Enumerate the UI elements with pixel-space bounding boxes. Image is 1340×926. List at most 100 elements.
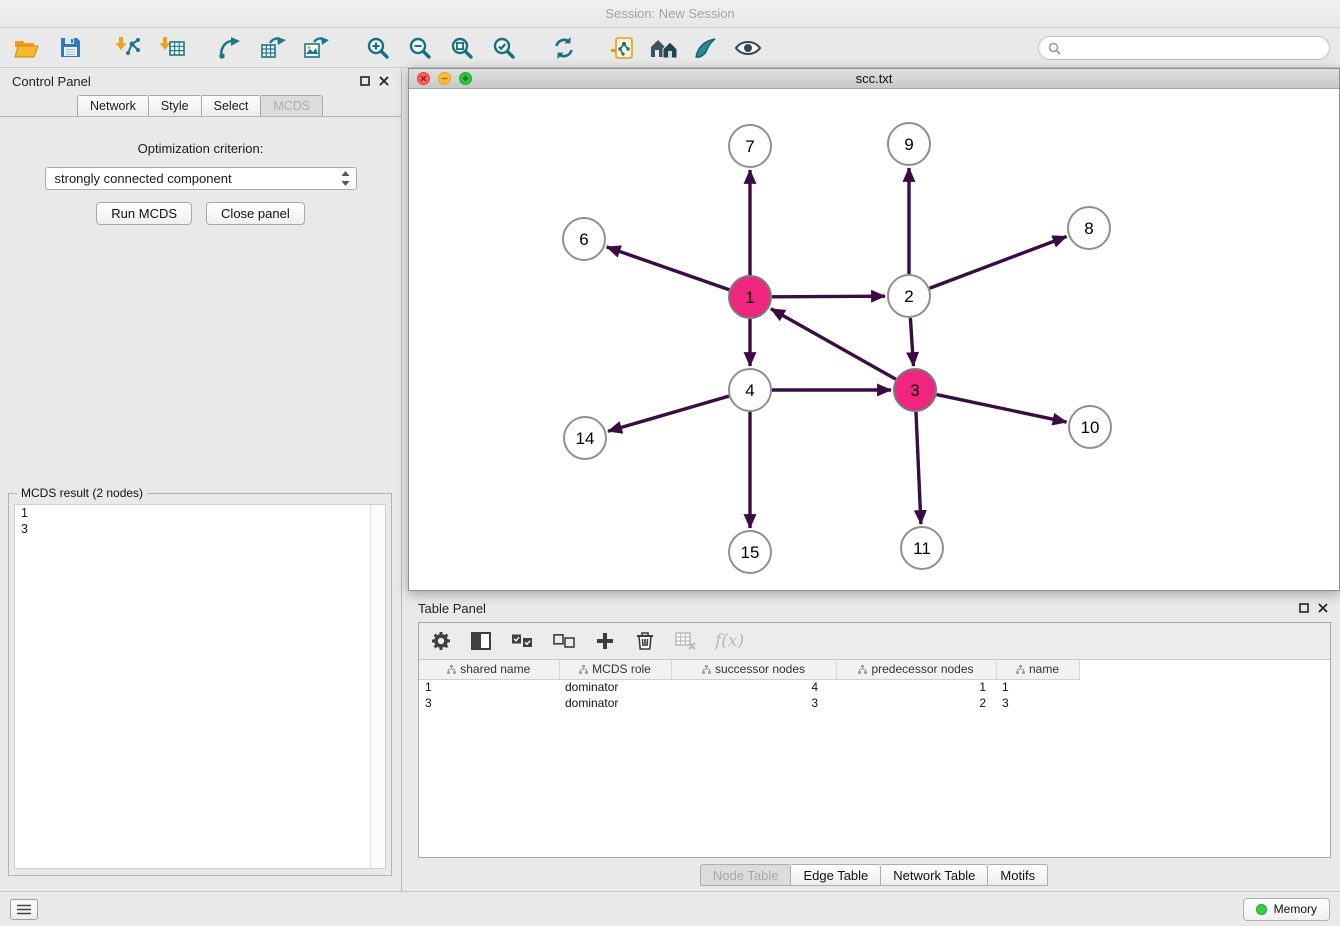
table-cell[interactable]: dominator bbox=[559, 695, 671, 711]
search-box[interactable] bbox=[1038, 36, 1330, 60]
graph-edge-1-2[interactable] bbox=[772, 296, 885, 297]
table-cell[interactable]: 3 bbox=[419, 695, 559, 711]
float-panel-icon[interactable] bbox=[360, 76, 370, 86]
import-table-icon[interactable] bbox=[156, 32, 188, 64]
network-window-titlebar[interactable]: scc.txt bbox=[409, 69, 1339, 89]
unselect-all-columns-icon[interactable] bbox=[551, 629, 577, 653]
graph-node-label: 4 bbox=[745, 381, 754, 400]
table-row[interactable]: 1dominator411 bbox=[419, 679, 1079, 695]
delete-table-icon bbox=[673, 629, 699, 653]
close-panel-icon[interactable] bbox=[379, 76, 389, 86]
tab-network-table[interactable]: Network Table bbox=[881, 864, 988, 886]
memory-status-icon bbox=[1256, 904, 1267, 915]
column-edit-icon[interactable] bbox=[579, 663, 588, 677]
mcds-result-list[interactable]: 1 3 bbox=[14, 504, 386, 869]
apply-layout-icon[interactable] bbox=[548, 32, 580, 64]
control-panel-header: Control Panel bbox=[0, 68, 401, 94]
tab-motifs[interactable]: Motifs bbox=[988, 864, 1048, 886]
tab-select[interactable]: Select bbox=[202, 95, 262, 116]
table-cell[interactable]: 1 bbox=[836, 679, 996, 695]
close-table-panel-icon[interactable] bbox=[1318, 603, 1328, 613]
style-brush-icon[interactable] bbox=[690, 32, 722, 64]
result-scrollbar[interactable] bbox=[370, 505, 385, 868]
close-panel-button[interactable]: Close panel bbox=[206, 202, 305, 225]
node-table-header-row: shared name MCDS role successor nodes prede… bbox=[419, 660, 1079, 679]
open-file-icon[interactable] bbox=[10, 32, 42, 64]
control-panel: Control Panel Network Style Select MCDS … bbox=[0, 68, 402, 891]
column-header-MCDS-role[interactable]: MCDS role bbox=[559, 660, 671, 679]
graph-edge-2-3[interactable] bbox=[910, 318, 913, 366]
column-header-predecessor-nodes[interactable]: predecessor nodes bbox=[836, 660, 996, 679]
graph-node-label: 10 bbox=[1081, 418, 1100, 437]
column-header-name[interactable]: name bbox=[996, 660, 1079, 679]
table-mode-gear-icon[interactable] bbox=[429, 629, 453, 653]
mcds-result-panel: MCDS result (2 nodes) 1 3 bbox=[8, 493, 392, 876]
home-icon[interactable] bbox=[648, 32, 680, 64]
tab-node-table[interactable]: Node Table bbox=[700, 864, 792, 886]
table-panel-header: Table Panel bbox=[408, 596, 1340, 620]
export-image-icon[interactable] bbox=[300, 32, 332, 64]
column-edit-icon[interactable] bbox=[858, 663, 867, 677]
zoom-selected-icon[interactable] bbox=[488, 32, 520, 64]
eye-icon[interactable] bbox=[732, 32, 764, 64]
graph-edge-3-1[interactable] bbox=[771, 309, 896, 379]
import-network-icon[interactable] bbox=[112, 32, 144, 64]
mcds-result-item[interactable]: 3 bbox=[15, 521, 385, 537]
column-header-shared-name[interactable]: shared name bbox=[419, 660, 559, 679]
graph-edge-3-10[interactable] bbox=[937, 395, 1067, 422]
table-cell[interactable]: 3 bbox=[671, 695, 836, 711]
table-row[interactable]: 3dominator323 bbox=[419, 695, 1079, 711]
search-input[interactable] bbox=[1067, 41, 1320, 55]
status-list-icon[interactable] bbox=[10, 899, 38, 920]
tab-edge-table[interactable]: Edge Table bbox=[791, 864, 881, 886]
table-cell[interactable]: 4 bbox=[671, 679, 836, 695]
search-icon bbox=[1048, 42, 1061, 55]
table-panel-title: Table Panel bbox=[418, 601, 486, 616]
memory-button[interactable]: Memory bbox=[1243, 898, 1330, 921]
table-cell[interactable]: 1 bbox=[996, 679, 1079, 695]
zoom-out-icon[interactable] bbox=[404, 32, 436, 64]
graph-node-label: 2 bbox=[904, 287, 913, 306]
select-all-columns-icon[interactable] bbox=[509, 629, 535, 653]
run-mcds-button[interactable]: Run MCDS bbox=[96, 202, 192, 225]
column-edit-icon[interactable] bbox=[1016, 663, 1025, 677]
column-label: predecessor nodes bbox=[871, 662, 973, 676]
float-table-panel-icon[interactable] bbox=[1299, 603, 1309, 613]
graph-node-label: 11 bbox=[913, 539, 931, 558]
table-cell[interactable]: dominator bbox=[559, 679, 671, 695]
graph-edge-1-6[interactable] bbox=[607, 247, 730, 290]
column-header-successor-nodes[interactable]: successor nodes bbox=[671, 660, 836, 679]
graph-edge-4-14[interactable] bbox=[608, 396, 729, 431]
column-edit-icon[interactable] bbox=[702, 663, 711, 677]
zoom-in-icon[interactable] bbox=[362, 32, 394, 64]
graph-edge-3-11[interactable] bbox=[916, 412, 921, 524]
column-label: MCDS role bbox=[592, 662, 651, 676]
table-cell[interactable]: 1 bbox=[419, 679, 559, 695]
window-zoom-button[interactable] bbox=[459, 72, 472, 85]
window-minimize-button[interactable] bbox=[438, 72, 451, 85]
node-table: shared name MCDS role successor nodes prede… bbox=[419, 660, 1080, 711]
table-panel: Table Panel bbox=[408, 596, 1340, 888]
zoom-fit-icon[interactable] bbox=[446, 32, 478, 64]
column-edit-icon[interactable] bbox=[447, 663, 456, 677]
tab-mcds[interactable]: MCDS bbox=[261, 95, 323, 116]
show-columns-icon[interactable] bbox=[469, 629, 493, 653]
control-panel-title: Control Panel bbox=[12, 74, 91, 89]
export-table-icon[interactable] bbox=[257, 32, 289, 64]
tab-network[interactable]: Network bbox=[77, 95, 149, 116]
network-graph[interactable]: 7968124314101511 bbox=[409, 89, 1339, 590]
optimization-criterion-select[interactable]: strongly connected component bbox=[45, 167, 357, 190]
export-network-icon[interactable] bbox=[214, 32, 246, 64]
save-session-icon[interactable] bbox=[54, 32, 86, 64]
graph-node-label: 8 bbox=[1084, 219, 1093, 238]
window-close-button[interactable] bbox=[417, 72, 430, 85]
create-column-icon[interactable] bbox=[593, 629, 617, 653]
delete-columns-icon[interactable] bbox=[633, 629, 657, 653]
mcds-result-item[interactable]: 1 bbox=[15, 505, 385, 521]
table-panel-tabs: Node Table Edge Table Network Table Moti… bbox=[408, 864, 1340, 886]
tab-style[interactable]: Style bbox=[149, 95, 202, 116]
table-cell[interactable]: 2 bbox=[836, 695, 996, 711]
first-neighbors-icon[interactable] bbox=[606, 32, 638, 64]
table-cell[interactable]: 3 bbox=[996, 695, 1079, 711]
graph-edge-2-8[interactable] bbox=[930, 236, 1067, 288]
